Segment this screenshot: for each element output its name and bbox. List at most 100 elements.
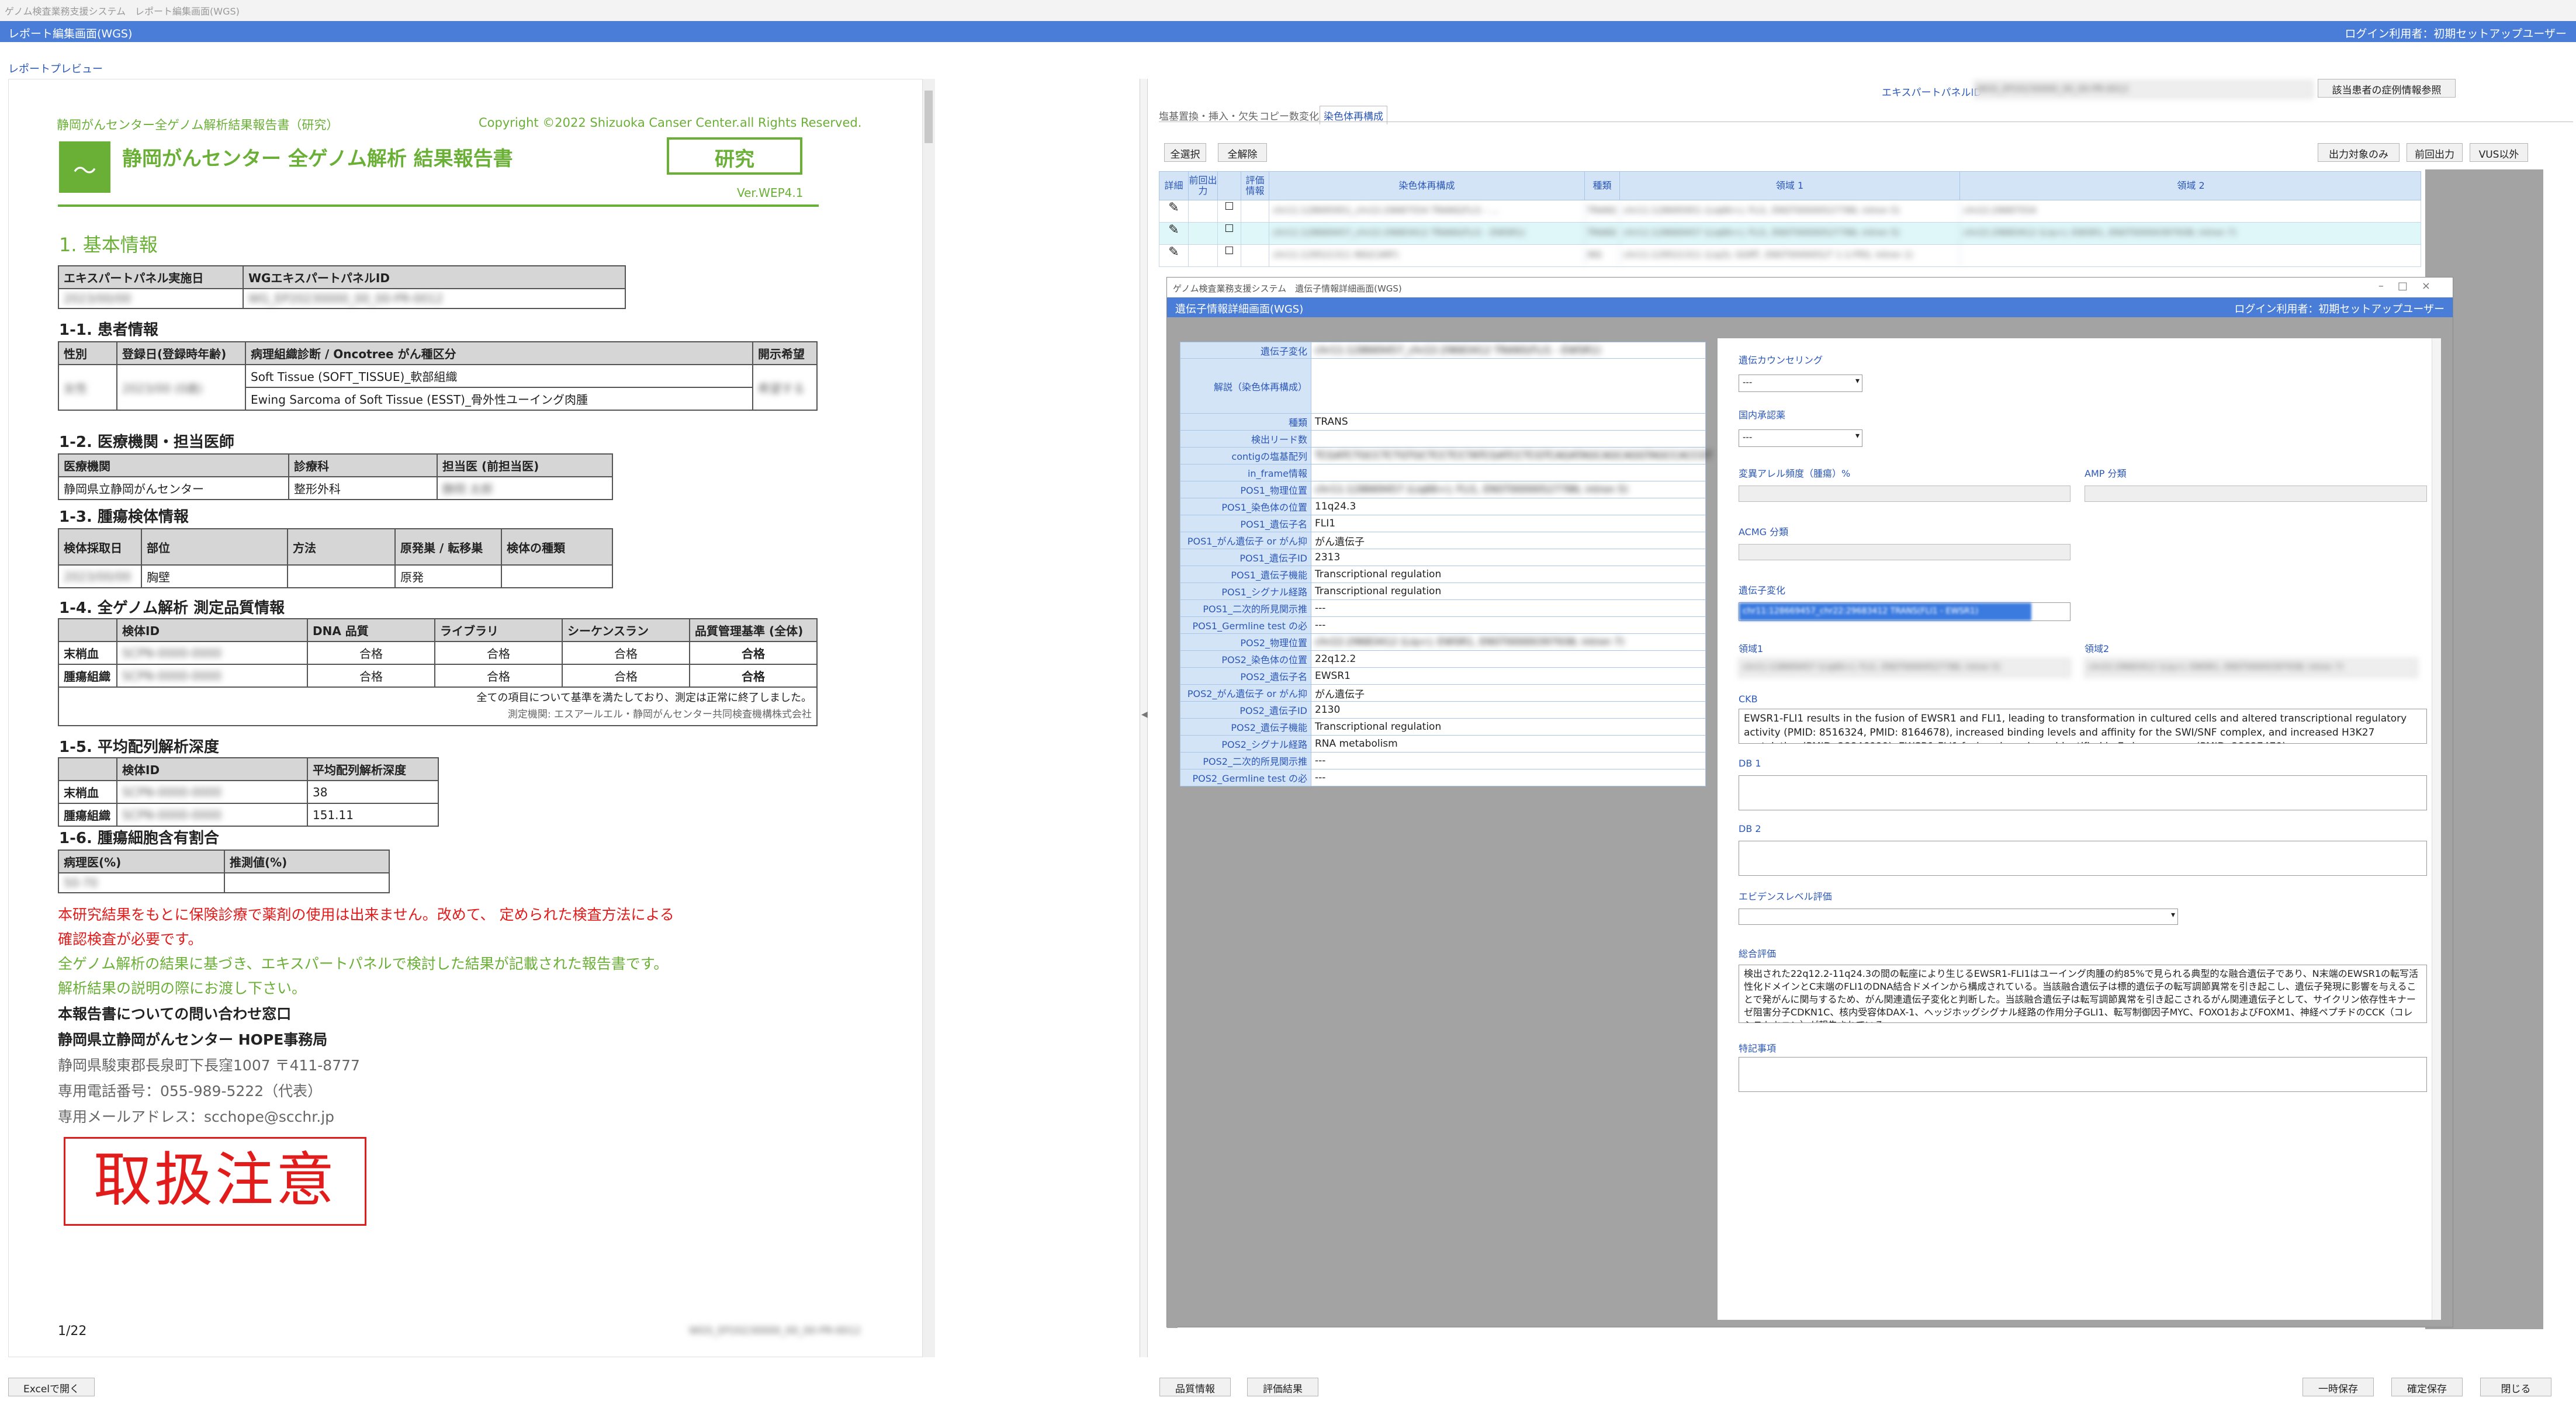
detail-field-label: 検出リード数: [1180, 431, 1311, 447]
excel-open-button[interactable]: Excelで開く: [8, 1378, 95, 1396]
pane-splitter[interactable]: ◀: [1140, 79, 1148, 1357]
diag-oncotree: Ewing Sarcoma of Soft Tissue (ESST)_骨外性ユ…: [245, 387, 753, 411]
edit-pencil-icon[interactable]: ✎: [1159, 200, 1189, 223]
detail-field-value: RNA metabolism: [1315, 738, 1398, 750]
detail-field-label: POS2_シグナル経路: [1180, 736, 1311, 752]
detail-field-row: POS2_Germline test の必 ---: [1180, 769, 1706, 786]
temp-save-button[interactable]: 一時保存: [2303, 1378, 2374, 1396]
output-only-button[interactable]: 出力対象のみ: [2318, 143, 2400, 162]
row-checkbox[interactable]: ☐: [1218, 223, 1241, 245]
scroll-thumb[interactable]: [925, 91, 933, 143]
contact-tel: 専用電話番号：055-989-5222（代表）: [58, 1083, 323, 1100]
detail-field-value: Transcriptional regulation: [1315, 568, 1442, 580]
vaf-input[interactable]: [1739, 486, 2071, 502]
th-qc: 品質管理基準 (全体): [689, 618, 818, 642]
detail-field-label: POS1_染色体の位置: [1180, 498, 1311, 515]
form-scrollbar[interactable]: [2432, 338, 2441, 1320]
dialog-screen-title: 遺伝子情報詳細画面(WGS): [1175, 303, 1304, 315]
detail-field-label: POS1_遺伝子名: [1180, 515, 1311, 532]
detail-field-label: 種類: [1180, 414, 1311, 430]
d-row-id: SCPN-0000-0000: [116, 803, 308, 827]
region1-input[interactable]: chr11:128669457 (Liq66+); FLI1, ENST0000…: [1739, 658, 2071, 677]
detail-field-row: POS1_物理位置 chr11:128669457 (Liq66+); FLI1,…: [1180, 481, 1706, 498]
grid-header: 詳細 前回出力 評価情報 染色体再構成 種類 領域 1 領域 2: [1159, 171, 2421, 200]
special-textarea[interactable]: [1739, 1057, 2427, 1092]
section-depth: 1-5. 平均配列解析深度: [59, 738, 219, 756]
detail-field-value: chr11:128669457 (Liq66+); FLI1, ENST0000…: [1315, 484, 1628, 495]
sv-cell: chr11:129521311 INS(CARF): [1269, 245, 1585, 267]
lab-note: 測定機関: エスアールエル・静岡がんセンター共同検査機構株式会社: [507, 709, 812, 720]
evidence-select[interactable]: [1739, 909, 2178, 925]
deselect-all-button[interactable]: 全解除: [1218, 143, 1267, 162]
dialog-header: 遺伝子情報詳細画面(WGS) ログイン利用者：初期セットアップユーザー: [1167, 297, 2453, 317]
approved-select[interactable]: ---: [1739, 429, 1862, 447]
section-basic-info: 1. 基本情報: [59, 234, 158, 256]
screen-title: レポート編集画面(WGS): [8, 27, 133, 40]
q-row-dna: 合格: [307, 664, 435, 688]
region2-input[interactable]: chr22:29683412 (Liq+); EWSR1, ENST000003…: [2085, 658, 2418, 677]
q-row-seq: 合格: [562, 641, 690, 665]
th-kind: 検体の種類: [501, 528, 613, 566]
table-row[interactable]: ✎ ☐ chr11:129521311 INS(CARF) INS chr11:…: [1159, 245, 2421, 267]
detail-field-label: POS2_遺伝子名: [1180, 668, 1311, 684]
login-user: ログイン利用者：初期セットアップユーザー: [2345, 27, 2567, 40]
row-checkbox[interactable]: ☐: [1218, 245, 1241, 267]
prev-output-button[interactable]: 前回出力: [2407, 143, 2463, 162]
row-checkbox[interactable]: ☐: [1218, 200, 1241, 223]
specimen-kind: [501, 564, 613, 588]
sv-cell: chr11:128669457_chr22:29683412 TRANS(FLI…: [1269, 223, 1585, 245]
eval-result-button[interactable]: 評価結果: [1247, 1378, 1318, 1396]
window-controls-icon[interactable]: –□×: [2378, 280, 2445, 292]
th-blank2: [58, 757, 117, 781]
th-origin: 原発巣 / 転移巣: [394, 528, 502, 566]
tab-snv[interactable]: 塩基置換・挿入・欠失: [1159, 108, 1258, 123]
gene-change-input[interactable]: chr11:128669457_chr22:29683412 TRANS(FLI…: [1739, 602, 2071, 621]
overall-textarea[interactable]: 検出された22q12.2-11q24.3の間の転座により生じるEWSR1-FLI…: [1739, 965, 2427, 1023]
confirm-save-button[interactable]: 確定保存: [2391, 1378, 2463, 1396]
region2-cell: chr22:29687554: [1964, 205, 2037, 216]
db2-textarea[interactable]: [1739, 841, 2427, 876]
table-row-selected[interactable]: ✎ ☐ chr11:128669457_chr22:29683412 TRANS…: [1159, 223, 2421, 245]
caution-stamp: 取扱注意: [64, 1137, 366, 1226]
select-all-button[interactable]: 全選択: [1164, 143, 1206, 162]
region2-cell: chr22:29683412 (Liq+); EWSR1, ENST000003…: [1964, 227, 2237, 238]
ep-table: エキスパートパネル実施日 WGエキスパートパネルID 2023/00/00 WG_E…: [58, 265, 626, 309]
ckb-textarea[interactable]: EWSR1-FLI1 results in the fusion of EWSR…: [1739, 709, 2427, 744]
quality-info-button[interactable]: 品質情報: [1159, 1378, 1231, 1396]
ep-id-header: WGエキスパートパネルID: [243, 265, 626, 289]
tab-cnv[interactable]: コピー数変化: [1259, 108, 1319, 123]
detail-field-row: POS2_物理位置 chr22:29683412 (Liq+); EWSR1, E…: [1180, 634, 1706, 651]
table-row[interactable]: ✎ ☐ chr11:128695951_chr22:29687554 TRANS…: [1159, 200, 2421, 223]
d-row-label: 腫瘍組織: [58, 803, 117, 827]
region1-cell: chr11:128669457 (Liq66+); FLI1, ENST0000…: [1620, 223, 1960, 245]
vus-exclude-button[interactable]: VUS以外: [2470, 143, 2528, 162]
report-preview-link[interactable]: レポートプレビュー: [8, 61, 103, 76]
detail-field-row: POS2_がん遺伝子 or がん抑 がん遺伝子: [1180, 685, 1706, 702]
overall-label: 総合評価: [1739, 948, 1777, 959]
ep-input[interactable]: WGS_EP20230000_00_00-PR-0012: [1974, 81, 2313, 98]
counseling-select[interactable]: ---: [1739, 375, 1862, 392]
edit-pencil-icon[interactable]: ✎: [1159, 223, 1189, 245]
doc-scrollbar[interactable]: [922, 79, 935, 1357]
collapse-arrow-icon[interactable]: ◀: [1141, 710, 1148, 719]
detail-form-right: 遺伝カウンセリング --- 国内承認薬 --- 変異アレル頻度（腫瘍）% AMP…: [1718, 338, 2441, 1320]
detail-field-row: POS2_二次的所見関示推 ---: [1180, 753, 1706, 769]
detail-field-label: POS2_遺伝子機能: [1180, 719, 1311, 735]
detail-field-row: contigの塩基配列 TCGATCTGCCTCTGTGCTCCTCCTATCGA…: [1180, 448, 1713, 464]
report-preview: 静岡がんセンター全ゲノム解析結果報告書（研究） Copyright ©2022 …: [8, 79, 925, 1357]
close-button[interactable]: 閉じる: [2480, 1378, 2551, 1396]
detail-field-value: ---: [1315, 619, 1326, 631]
col-eval: 評価情報: [1241, 172, 1269, 200]
case-info-button[interactable]: 該当患者の症例情報参照: [2318, 79, 2456, 98]
header-rule: [58, 204, 819, 207]
detail-field-row: 解説（染色体再構成）: [1180, 359, 1706, 414]
ep-id: WG_EP20230000_00_00-PR-0012: [243, 288, 626, 309]
detail-field-label: POS2_二次的所見関示推: [1180, 753, 1311, 769]
acmg-input[interactable]: [1739, 544, 2071, 560]
amp-input[interactable]: [2085, 486, 2427, 502]
detail-field-value: FLI1: [1315, 518, 1336, 529]
col-region2: 領域 2: [2177, 180, 2205, 191]
d-row-depth: 38: [307, 780, 439, 804]
edit-pencil-icon[interactable]: ✎: [1159, 245, 1189, 267]
db1-textarea[interactable]: [1739, 775, 2427, 810]
